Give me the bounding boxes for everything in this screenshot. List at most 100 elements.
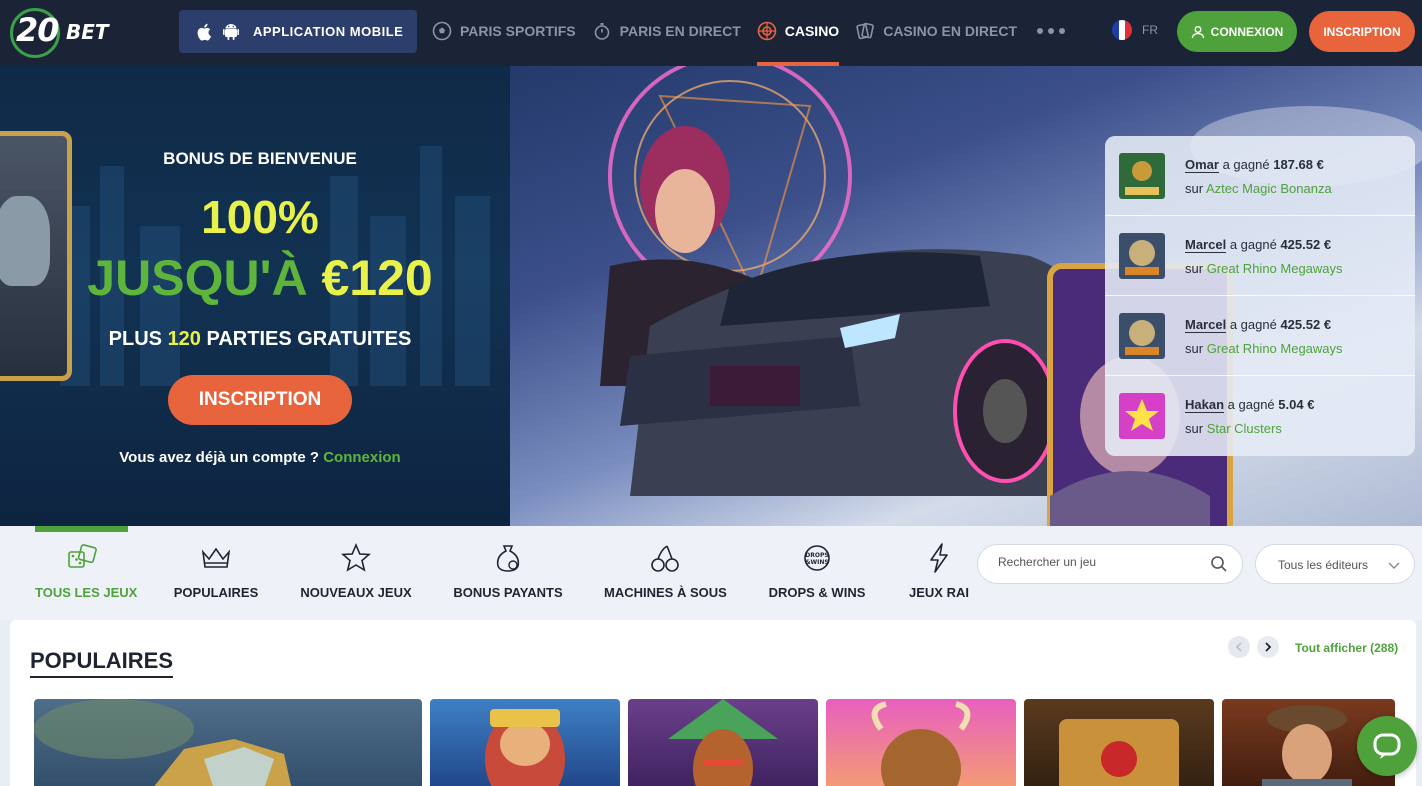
existing-account-line: Vous avez déjà un compte ? Connexion [0,449,520,466]
provider-selected: Tous les éditeurs [1278,558,1369,572]
win-row[interactable]: Hakan a gagné 5.04 € sur Star Clusters [1105,376,1415,456]
win-prefix: sur [1185,421,1204,436]
win-verb: a gagné [1227,397,1275,412]
logo-word: BET [66,20,109,44]
win-game-link[interactable]: Great Rhino Megaways [1207,261,1343,276]
nav-label: CASINO [784,23,840,39]
svg-text:&WINS: &WINS [805,559,828,566]
win-verb: a gagné [1222,157,1270,172]
android-icon [223,23,239,40]
live-chat-button[interactable] [1357,716,1417,776]
win-row[interactable]: Omar a gagné 187.68 € sur Aztec Magic Bo… [1105,136,1415,216]
category-label: DROPS & WINS [768,585,866,600]
win-amount: 187.68 € [1273,157,1324,172]
winner-name: Hakan [1185,397,1225,413]
bonus-amount: JUSQU'À €120 [0,249,520,307]
star-clusters-thumbnail [1119,393,1165,439]
win-game-link[interactable]: Star Clusters [1207,421,1282,436]
category-label: TOUS LES JEUX [35,585,138,600]
section-title: POPULAIRES [30,648,174,678]
game-thumbnail [34,699,292,786]
game-tile[interactable] [34,699,422,786]
winner-name: Marcel [1185,237,1227,253]
login-button[interactable]: CONNEXION [1177,11,1297,52]
search-input[interactable] [998,555,1198,569]
category-drops-wins[interactable]: DROPS &WINS DROPS & WINS [767,526,867,620]
free-spins-suffix: PARTIES GRATUITES [206,328,412,350]
game-search[interactable] [977,544,1243,584]
game-thumbnail [871,701,971,786]
rhino-game-thumbnail [1119,233,1165,279]
win-prefix: sur [1185,181,1204,196]
roulette-icon [757,21,777,41]
win-row[interactable]: Marcel a gagné 425.52 € sur Great Rhino … [1105,296,1415,376]
free-spins-line: PLUS 120 PARTIES GRATUITES [0,328,520,351]
game-category-bar: TOUS LES JEUX POPULAIRES NOUVEAUX JEUX B… [0,526,1422,620]
win-game-line: sur Aztec Magic Bonanza [1185,181,1332,196]
category-new-games[interactable]: NOUVEAUX JEUX [300,526,412,620]
bonus-percent: 100% [201,191,319,243]
hero-login-link[interactable]: Connexion [323,449,401,466]
winner-name: Omar [1185,157,1219,173]
see-all-link[interactable]: Tout afficher (288) [1295,641,1398,655]
cards-icon [856,22,875,40]
game-thumbnail [1059,719,1179,786]
game-tile[interactable] [826,699,1016,786]
winner-name: Marcel [1185,317,1227,333]
game-tile[interactable] [1024,699,1214,786]
chevron-down-icon [1388,562,1400,569]
category-label: MACHINES À SOUS [604,585,727,600]
game-thumbnail [485,709,565,786]
win-game-link[interactable]: Great Rhino Megaways [1207,341,1343,356]
win-row[interactable]: Marcel a gagné 425.52 € sur Great Rhino … [1105,216,1415,296]
chevron-left-icon [1235,642,1242,652]
win-game-line: sur Great Rhino Megaways [1185,261,1343,276]
more-dots-icon[interactable] [1033,0,1065,62]
nav-label: CASINO EN DIRECT [883,23,1017,39]
football-icon [432,21,452,41]
category-label: POPULAIRES [173,585,259,600]
language-code: FR [1142,23,1158,37]
category-all-games[interactable]: TOUS LES JEUX [35,526,138,620]
mobile-app-button[interactable]: APPLICATION MOBILE [179,10,417,53]
game-thumbnail [668,699,778,786]
french-flag-icon [1112,20,1132,40]
stopwatch-icon [594,23,609,40]
nav-casino[interactable]: CASINO [756,0,855,66]
signup-button[interactable]: INSCRIPTION [1309,11,1415,52]
win-game-line: sur Great Rhino Megaways [1185,341,1343,356]
provider-dropdown[interactable]: Tous les éditeurs [1255,544,1415,584]
carousel-prev-button[interactable] [1228,636,1250,658]
crown-icon [201,547,231,568]
bonus-amount-prefix: JUSQU'À [87,250,308,306]
cherries-icon [651,545,679,572]
category-bonus-buy[interactable]: BONUS PAYANTS [452,526,564,620]
language-selector[interactable]: FR [1112,20,1158,40]
hero-signup-button[interactable]: INSCRIPTION [168,375,352,425]
nav-sports-betting[interactable]: PARIS SPORTIFS [432,0,592,62]
chevron-right-icon [1265,642,1272,652]
free-spins-count: 120 [167,328,201,350]
account-question: Vous avez déjà un compte ? [119,449,320,466]
win-summary: Hakan a gagné 5.04 € [1185,397,1315,413]
aztec-game-thumbnail [1119,153,1165,199]
search-icon[interactable] [1210,555,1228,573]
brand-logo[interactable]: 20 BET [10,6,120,58]
nav-live-casino[interactable]: CASINO EN DIRECT [855,0,1033,62]
carousel-next-button[interactable] [1257,636,1279,658]
apple-icon [197,23,211,41]
logo-number: 20 [16,11,60,49]
game-tile[interactable] [430,699,620,786]
category-fast-games[interactable]: JEUX RAI [905,526,973,620]
nav-live-betting[interactable]: PARIS EN DIRECT [592,0,757,62]
category-popular[interactable]: POPULAIRES [170,526,262,620]
bonus-title: BONUS DE BIENVENUE [163,149,357,168]
bonus-amount-value: €120 [321,250,433,306]
win-verb: a gagné [1229,237,1277,252]
game-tile[interactable] [628,699,818,786]
win-game-link[interactable]: Aztec Magic Bonanza [1206,181,1332,196]
mobile-app-label: APPLICATION MOBILE [253,24,404,39]
win-amount: 5.04 € [1278,397,1315,412]
category-slots[interactable]: MACHINES À SOUS [604,526,727,620]
dice-icon [67,544,97,568]
